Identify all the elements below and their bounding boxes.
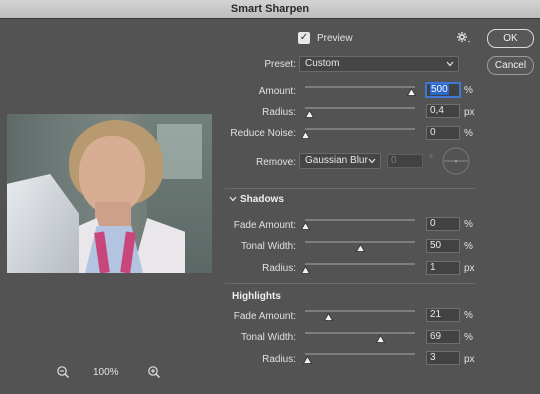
ok-button[interactable]: OK (487, 29, 534, 48)
highlights-tonal-unit: % (464, 332, 473, 343)
shadows-fade-label: Fade Amount: (233, 220, 296, 231)
highlights-fade-unit: % (464, 310, 473, 321)
preview-label: Preview (317, 33, 353, 44)
shadows-title[interactable]: Shadows (240, 194, 284, 205)
shadows-radius-slider-track[interactable] (305, 263, 415, 265)
preset-value: Custom (305, 58, 340, 69)
chevron-down-icon (368, 158, 376, 164)
reduce-noise-slider-thumb[interactable] (300, 130, 310, 139)
radius-slider-track[interactable] (305, 107, 415, 109)
shadows-tonal-slider-track[interactable] (305, 241, 415, 243)
zoom-out-icon[interactable] (56, 365, 70, 379)
shadows-tonal-input[interactable]: 50 (426, 239, 460, 253)
preview-image[interactable] (7, 114, 212, 273)
amount-input[interactable]: 500 (426, 83, 460, 97)
reduce-noise-unit: % (464, 128, 473, 139)
preview-light (157, 124, 202, 179)
radius-unit: px (464, 107, 475, 118)
preset-label: Preset: (264, 59, 296, 70)
radius-label: Radius: (262, 107, 296, 118)
preset-select[interactable]: Custom (299, 56, 459, 72)
gear-icon[interactable] (456, 31, 472, 45)
amount-slider-thumb[interactable] (406, 87, 417, 96)
chevron-down-icon (446, 61, 454, 67)
remove-value: Gaussian Blur (305, 155, 368, 166)
shadows-tonal-unit: % (464, 241, 473, 252)
highlights-radius-slider-thumb[interactable] (302, 355, 312, 364)
chevron-down-icon[interactable] (228, 194, 238, 204)
shadows-radius-unit: px (464, 263, 475, 274)
highlights-tonal-input[interactable]: 69 (426, 330, 460, 344)
angle-input[interactable]: 0 (387, 154, 423, 168)
shadows-fade-slider-thumb[interactable] (300, 221, 310, 230)
highlights-tonal-slider-track[interactable] (305, 332, 415, 334)
highlights-fade-label: Fade Amount: (233, 311, 296, 322)
remove-label: Remove: (255, 157, 296, 168)
radius-slider-thumb[interactable] (304, 109, 315, 118)
angle-unit: ° (429, 154, 433, 165)
highlights-radius-input[interactable]: 3 (426, 351, 460, 365)
shadows-divider (225, 188, 475, 189)
highlights-radius-unit: px (464, 354, 475, 365)
reduce-noise-slider-track[interactable] (305, 128, 415, 130)
zoom-in-icon[interactable] (147, 365, 161, 379)
highlights-divider (225, 283, 475, 284)
amount-label: Amount: (258, 86, 296, 97)
shadows-tonal-slider-thumb[interactable] (355, 243, 365, 252)
amount-unit: % (464, 85, 473, 96)
highlights-fade-slider-thumb[interactable] (323, 312, 333, 321)
window-title: Smart Sharpen (0, 0, 540, 19)
shadows-fade-unit: % (464, 219, 473, 230)
zoom-level: 100% (93, 367, 119, 378)
highlights-tonal-label: Tonal Width: (240, 332, 296, 343)
highlights-fade-slider-track[interactable] (305, 310, 415, 312)
reduce-noise-label: Reduce Noise: (230, 128, 296, 139)
radius-input[interactable]: 0,4 (426, 104, 460, 118)
highlights-title: Highlights (232, 291, 281, 302)
shadows-radius-slider-thumb[interactable] (300, 265, 310, 274)
preview-checkbox[interactable]: ✓ (298, 32, 310, 44)
remove-select[interactable]: Gaussian Blur (299, 153, 381, 169)
shadows-fade-input[interactable]: 0 (426, 217, 460, 231)
reduce-noise-input[interactable]: 0 (426, 126, 460, 140)
highlights-tonal-slider-thumb[interactable] (376, 334, 386, 343)
cancel-button[interactable]: Cancel (487, 56, 534, 75)
highlights-radius-label: Radius: (262, 354, 296, 365)
shadows-radius-input[interactable]: 1 (426, 261, 460, 275)
shadows-fade-slider-track[interactable] (305, 219, 415, 221)
shadows-tonal-label: Tonal Width: (240, 241, 296, 252)
shadows-radius-label: Radius: (262, 263, 296, 274)
highlights-radius-slider-track[interactable] (305, 353, 415, 355)
angle-dial[interactable] (441, 146, 471, 176)
amount-slider-track[interactable] (305, 86, 415, 88)
highlights-fade-input[interactable]: 21 (426, 308, 460, 322)
